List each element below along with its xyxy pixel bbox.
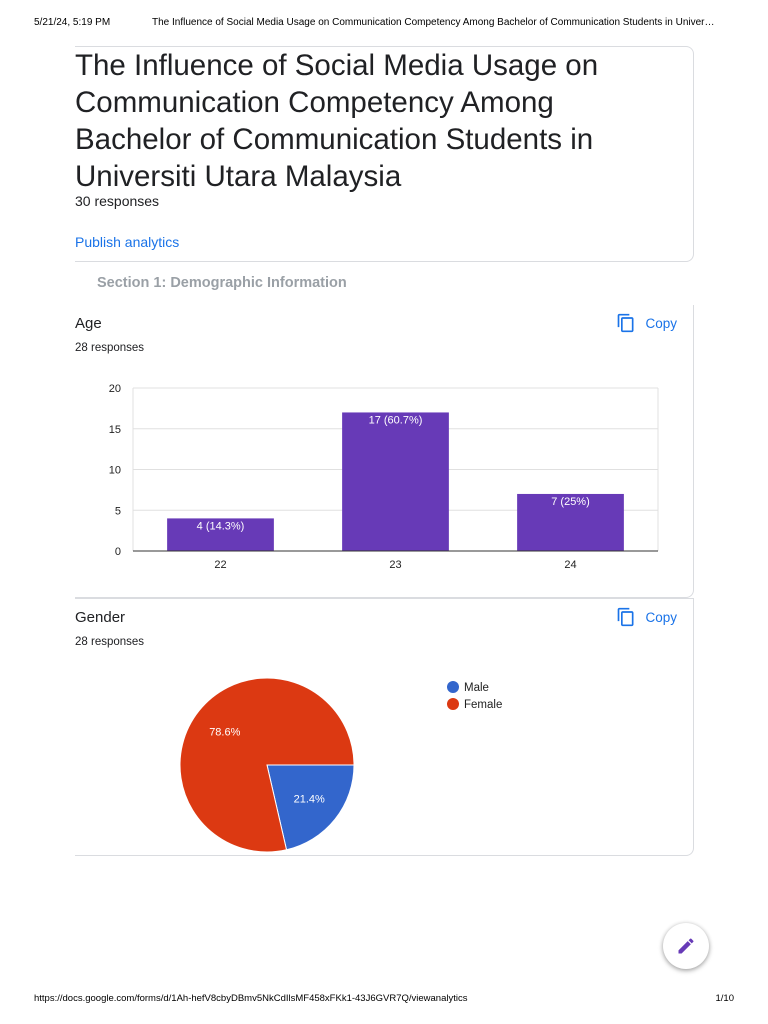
pie-data-label: 78.6%	[209, 726, 240, 738]
x-tick-label: 24	[564, 559, 576, 571]
form-title-card: The Influence of Social Media Usage on C…	[75, 46, 694, 262]
question-card-gender: Gender 28 responses Copy 21.4% 78.6% Male F…	[75, 598, 694, 856]
x-tick-label: 23	[389, 559, 401, 571]
y-tick-label: 20	[109, 383, 121, 395]
print-url: https://docs.google.com/forms/d/1Ah-hefV…	[34, 993, 468, 1004]
pie-data-label: 21.4%	[294, 794, 325, 806]
gender-pie-chart: 21.4% 78.6% Male Female	[179, 677, 502, 853]
legend-label: Female	[464, 699, 502, 711]
bar-data-label: 17 (60.7%)	[369, 414, 423, 426]
age-bar-chart: 0 5 10 15 20 4 (14.3%) 22 17 (60.7%) 23 7 (25%) 24	[109, 383, 659, 571]
publish-analytics-link[interactable]: Publish analytics	[75, 234, 179, 250]
bar-data-label: 4 (14.3%)	[197, 520, 245, 532]
legend-swatch	[447, 698, 459, 710]
print-date: 5/21/24, 5:19 PM	[34, 17, 111, 28]
print-header: 5/21/24, 5:19 PM The Influence of Social…	[34, 17, 734, 31]
pencil-icon	[678, 938, 694, 954]
question-card-age: Age 28 responses Copy 0 5 10 15 20 4 (14.3%) 2…	[75, 305, 694, 598]
bar	[342, 412, 449, 551]
x-tick-label: 22	[214, 559, 226, 571]
y-tick-label: 10	[109, 465, 121, 477]
section-title: Section 1: Demographic Information	[97, 275, 347, 291]
bar-data-label: 7 (25%)	[551, 496, 590, 508]
y-tick-label: 15	[109, 424, 121, 436]
print-doc-title: The Influence of Social Media Usage on C…	[152, 17, 715, 28]
y-tick-label: 5	[115, 505, 121, 517]
form-title: The Influence of Social Media Usage on C…	[75, 49, 599, 193]
edit-button[interactable]	[663, 923, 709, 969]
page-number: 1/10	[715, 993, 735, 1004]
total-responses: 30 responses	[75, 193, 160, 209]
print-footer: https://docs.google.com/forms/d/1Ah-hefV…	[34, 993, 734, 1007]
legend-swatch	[447, 681, 459, 693]
legend-label: Male	[464, 682, 489, 694]
y-tick-label: 0	[115, 546, 121, 558]
